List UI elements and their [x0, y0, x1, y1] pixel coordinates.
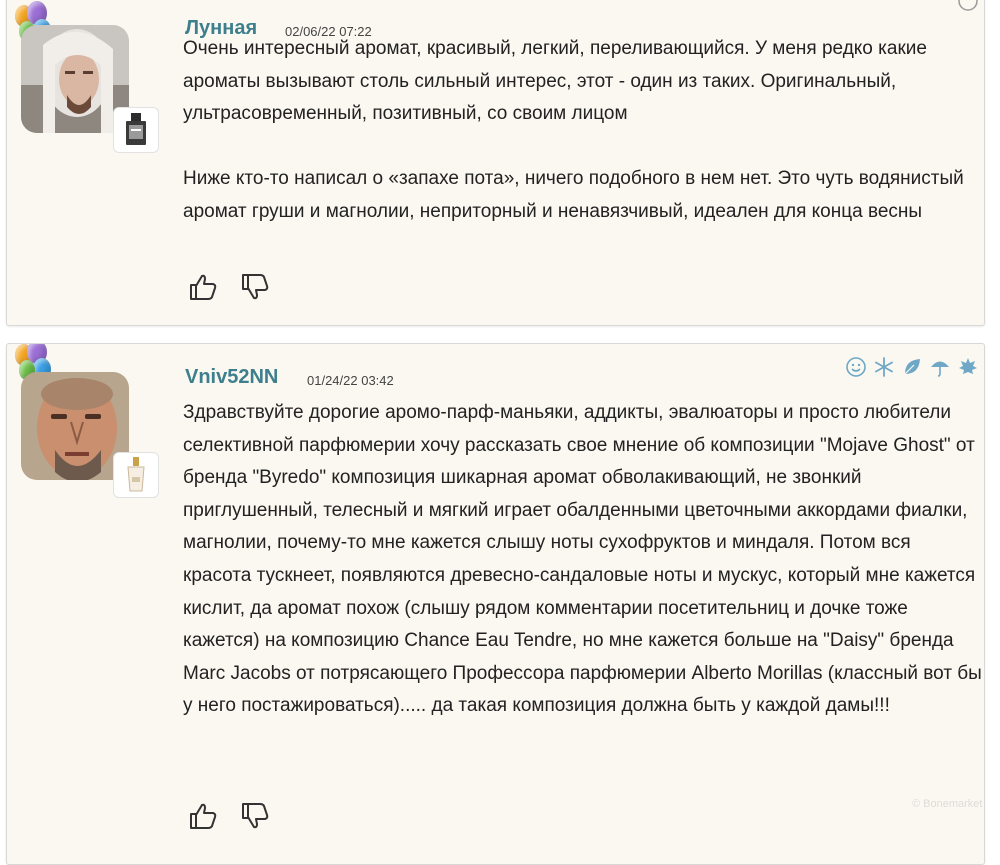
season-icons	[845, 356, 979, 378]
smile-icon[interactable]	[845, 356, 867, 378]
comment-card: Лунная 02/06/22 07:22 Очень интересный а…	[6, 0, 985, 326]
comment-paragraph: Ниже кто-то написал о «запахе пота», нич…	[183, 168, 964, 222]
thumbs-up-icon[interactable]	[187, 271, 219, 303]
comment-body: Здравствуйте дорогие аромо-парф-маньяки,…	[183, 397, 983, 723]
thumbs-down-icon[interactable]	[239, 271, 271, 303]
perfume-thumbnail[interactable]	[113, 107, 159, 153]
comment-paragraph: Здравствуйте дорогие аромо-парф-маньяки,…	[183, 402, 982, 717]
watermark: © Bonemarket	[912, 798, 983, 810]
thumbs-up-icon[interactable]	[187, 800, 219, 832]
thumbs-down-icon[interactable]	[239, 800, 271, 832]
perfume-thumbnail[interactable]	[113, 452, 159, 498]
comment-date: 01/24/22 03:42	[307, 373, 394, 388]
leaf-icon[interactable]	[901, 356, 923, 378]
comment-paragraph: Очень интересный аромат, красивый, легки…	[183, 38, 927, 125]
maple-leaf-icon[interactable]	[957, 356, 979, 378]
comment-card: Vniv52NN 01/24/22 03:42 Здравствуйте дор…	[6, 343, 985, 865]
umbrella-icon[interactable]	[929, 356, 951, 378]
comment-body: Очень интересный аромат, красивый, легки…	[183, 33, 983, 229]
username-link[interactable]: Vniv52NN	[185, 366, 278, 389]
snowflake-icon[interactable]	[873, 356, 895, 378]
collapse-icon[interactable]	[957, 0, 979, 17]
